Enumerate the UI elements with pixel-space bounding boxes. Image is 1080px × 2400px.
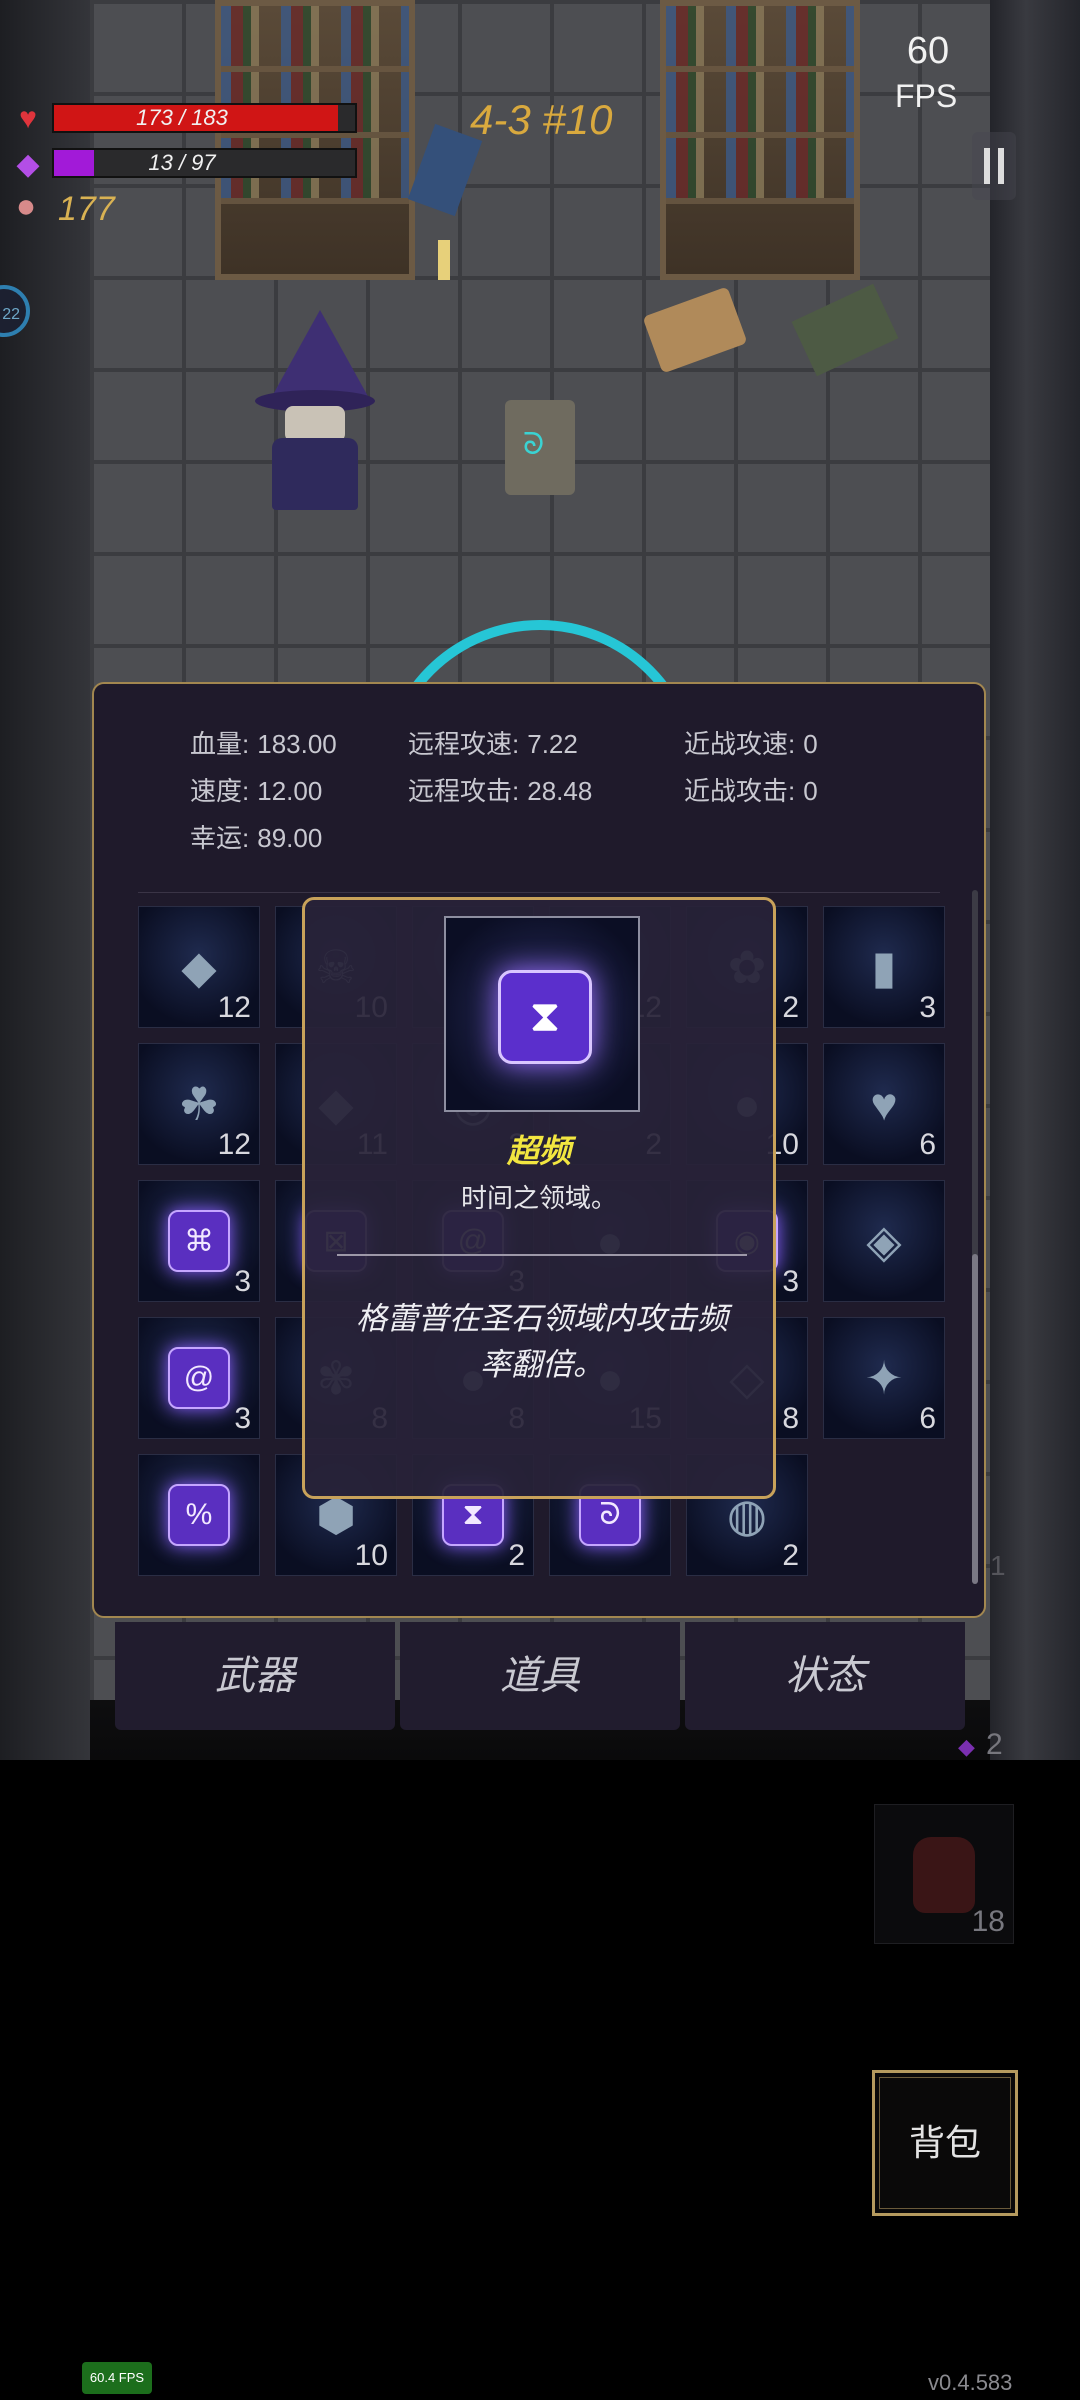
stat-luck: 幸运: 89.00: [190, 823, 323, 853]
rune-spiral-icon: @: [168, 1347, 230, 1409]
item-count: 2: [782, 1539, 799, 1572]
tooltip-item-subtitle: 时间之领域。: [460, 1183, 617, 1213]
potion-icon: [913, 1837, 975, 1913]
right-wall: [990, 0, 1080, 1760]
inventory-slot[interactable]: @3: [138, 1317, 260, 1439]
rune-cross-icon: ⌘: [168, 1210, 230, 1272]
fps-label: FPS: [895, 78, 958, 114]
gold-counter: 177: [58, 190, 115, 228]
hp-bar: ♥: [10, 101, 46, 137]
bookshelf-left: [215, 0, 415, 280]
stage-level: 4-3 #10: [470, 96, 613, 143]
tooltip-item-name: 超频: [506, 1133, 571, 1169]
stat-ranged-speed: 远程攻速: 7.22: [408, 729, 578, 759]
inventory-slot[interactable]: ⌘ 3: [138, 1180, 260, 1302]
stat-ranged-attack: 远程攻击: 28.48: [408, 776, 593, 806]
mp-text: 13 / 97: [148, 150, 216, 175]
pause-icon: [984, 148, 990, 184]
item-count: 10: [354, 1539, 388, 1572]
heart-icon: ♥: [19, 102, 37, 135]
gem-icon: ◆: [958, 1734, 975, 1759]
inventory-slot[interactable]: ◈: [823, 1180, 945, 1302]
potion-quickslot[interactable]: 18: [874, 1804, 1014, 1944]
item-count: 3: [234, 1402, 251, 1435]
potion-count: 18: [971, 1905, 1005, 1938]
item-count: 3: [234, 1265, 251, 1298]
inventory-slot[interactable]: ▮ 3: [823, 906, 945, 1028]
left-wall: [0, 0, 90, 1760]
fps-value: 60: [906, 30, 950, 72]
rune-stone[interactable]: ᘐ: [505, 400, 575, 495]
rune-percent-icon: %: [168, 1484, 230, 1546]
divider: [138, 892, 940, 893]
item-count: 12: [217, 1128, 251, 1161]
quickslot-count: 1: [990, 1550, 1006, 1581]
bookshelf-right: [660, 0, 860, 280]
candle-prop: [438, 240, 450, 280]
item-count: 6: [919, 1128, 936, 1161]
debug-fps-badge: 60.4 FPS: [82, 2362, 152, 2394]
item-count: 2: [782, 991, 799, 1024]
stat-melee-attack: 近战攻击: 0: [684, 776, 818, 806]
tab-items[interactable]: 道具: [400, 1622, 680, 1730]
stat-speed: 速度: 12.00: [190, 776, 323, 806]
stat-melee-speed: 近战攻速: 0: [684, 729, 818, 759]
inventory-slot[interactable]: %: [138, 1454, 260, 1576]
player-wizard: [250, 310, 380, 510]
item-count: 12: [217, 991, 251, 1024]
blue-spellbook-icon: ◈: [866, 1215, 902, 1267]
item-count: 8: [782, 1402, 799, 1435]
version-label: v0.4.583: [928, 2370, 1013, 2395]
inventory-slot[interactable]: ✦ 6: [823, 1317, 945, 1439]
pause-button[interactable]: [972, 132, 1016, 200]
rune-hourglass-icon: ⧗: [498, 970, 592, 1064]
tooltip-item-description: 格蕾普在圣石领域内攻击频率翻倍。: [356, 1301, 728, 1382]
mp-bar: ◆: [10, 146, 46, 182]
item-count: 6: [919, 1402, 936, 1435]
item-count: 2: [508, 1539, 525, 1572]
inventory-slot[interactable]: ♥ 6: [823, 1043, 945, 1165]
item-count: 3: [782, 1265, 799, 1298]
inventory-slot[interactable]: ◆ 12: [138, 906, 260, 1028]
hp-text: 173 / 183: [136, 105, 228, 130]
backpack-button[interactable]: 背包: [872, 2070, 1018, 2216]
tab-status[interactable]: 状态: [685, 1622, 965, 1730]
pig-coin-icon: ●: [15, 186, 37, 225]
inventory-scroll-thumb[interactable]: [972, 1254, 978, 1584]
gem-count: 2: [986, 1728, 1003, 1761]
tooltip-item-art: ⧗: [444, 916, 640, 1112]
tooltip-divider: [337, 1254, 747, 1256]
inventory-slot[interactable]: ☘ 12: [138, 1043, 260, 1165]
tab-weapon[interactable]: 武器: [115, 1622, 395, 1730]
item-count: 3: [919, 991, 936, 1024]
mana-gem-icon: ◆: [16, 147, 40, 181]
stat-hp: 血量: 183.00: [190, 729, 337, 759]
item-tooltip: ⧗ 超频 时间之领域。 格蕾普在圣石领域内攻击频率翻倍。: [302, 897, 776, 1499]
